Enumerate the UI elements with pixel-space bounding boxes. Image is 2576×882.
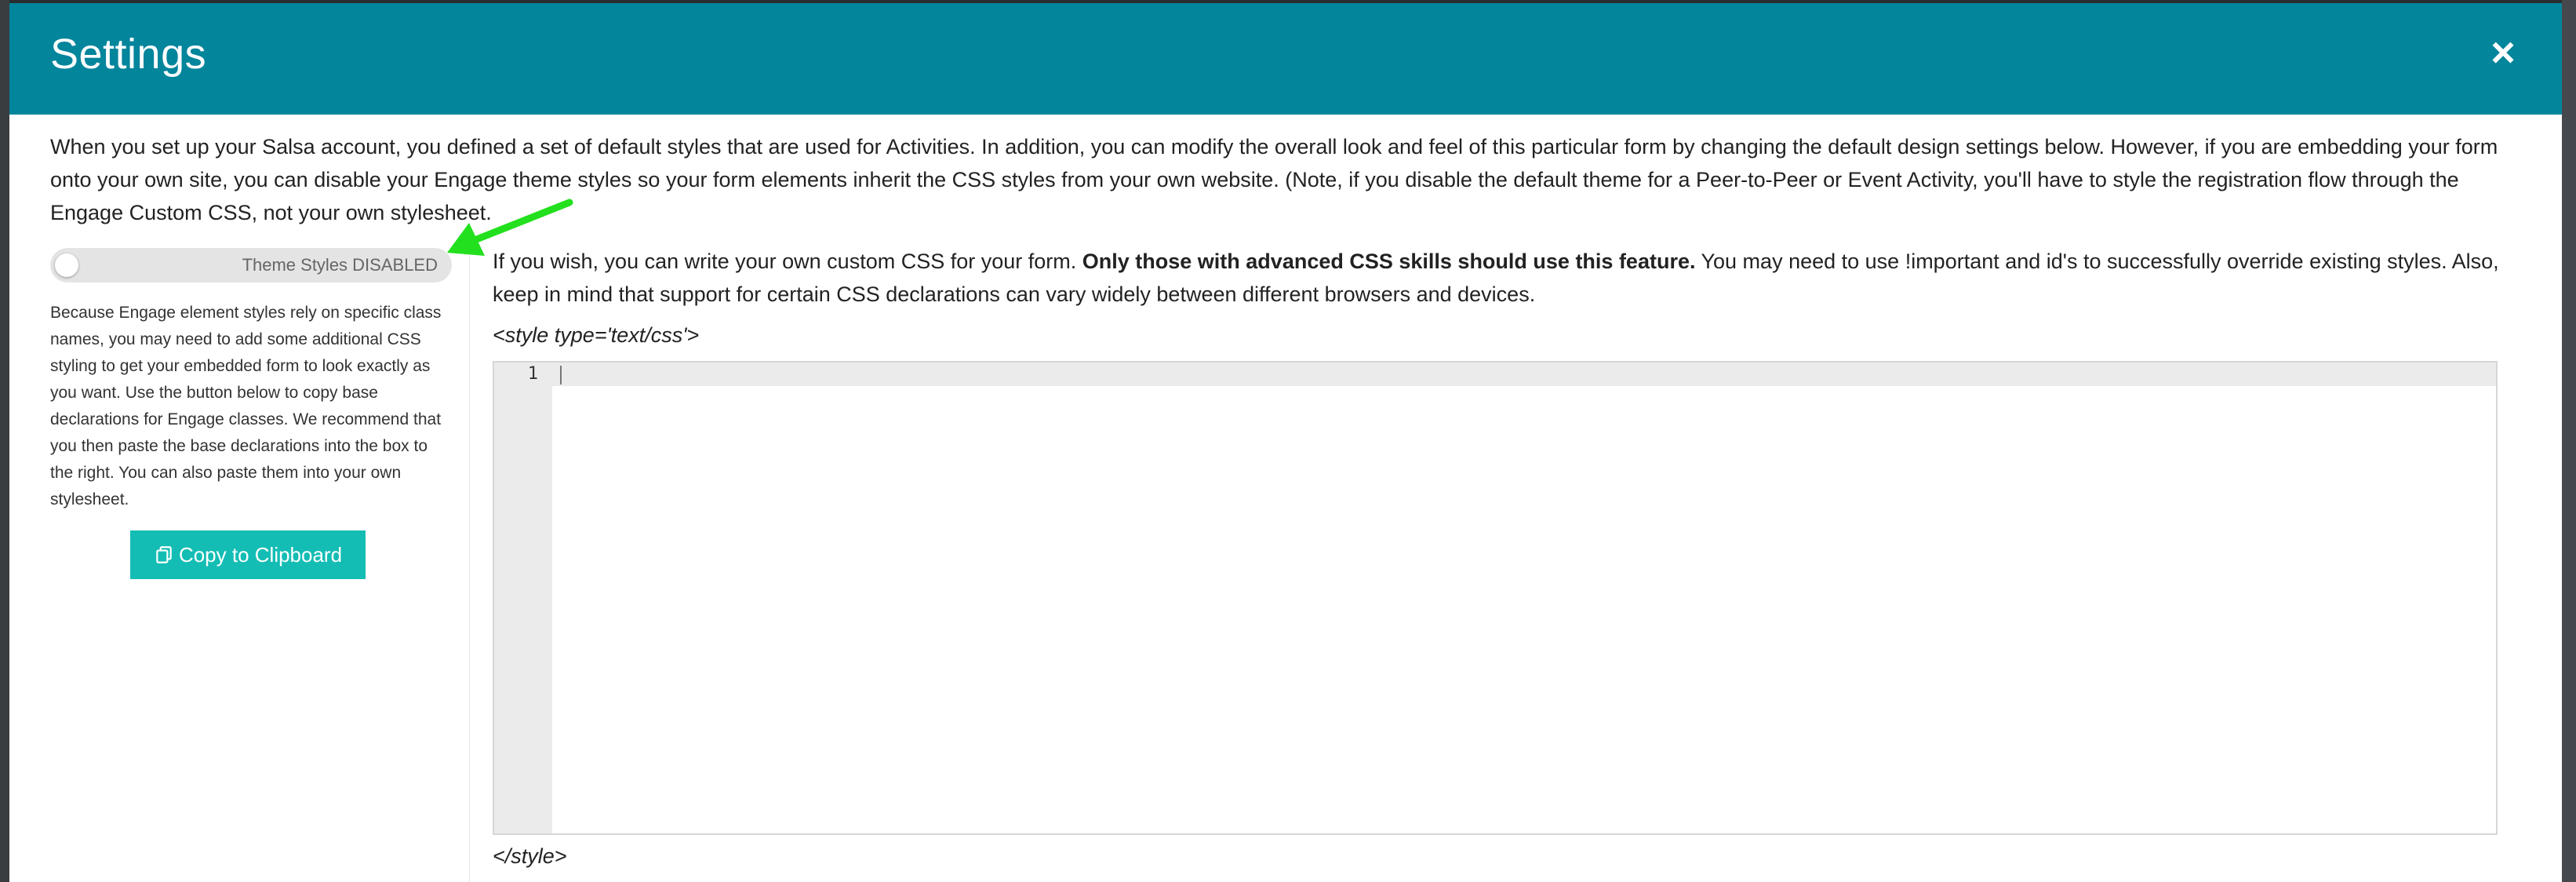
toggle-knob[interactable] bbox=[55, 253, 78, 277]
column-divider bbox=[469, 239, 470, 882]
editor-cursor bbox=[560, 366, 562, 385]
modal-title: Settings bbox=[50, 31, 207, 78]
settings-modal: Settings × When you set up your Salsa ac… bbox=[9, 3, 2562, 882]
annotation-arrow-icon bbox=[447, 199, 573, 256]
custom-css-warning: Only those with advanced CSS skills shou… bbox=[1082, 250, 1696, 273]
background-page-left bbox=[0, 0, 9, 882]
custom-css-description: If you wish, you can write your own cust… bbox=[493, 245, 2501, 311]
theme-styles-toggle[interactable]: Theme Styles DISABLED bbox=[50, 248, 452, 282]
copy-icon bbox=[156, 546, 172, 563]
intro-text: When you set up your Salsa account, you … bbox=[50, 135, 2498, 224]
line-number: 1 bbox=[527, 364, 538, 384]
css-code-editor[interactable]: 1 bbox=[493, 361, 2498, 835]
style-close-tag: </style> bbox=[493, 844, 567, 868]
toggle-label: Theme Styles DISABLED bbox=[242, 255, 438, 275]
embed-styles-description: Because Engage element styles rely on sp… bbox=[50, 304, 442, 508]
copy-to-clipboard-button[interactable]: Copy to Clipboard bbox=[130, 530, 366, 579]
copy-button-label: Copy to Clipboard bbox=[178, 542, 343, 567]
custom-css-desc-prefix: If you wish, you can write your own cust… bbox=[493, 250, 1082, 273]
close-button[interactable]: × bbox=[2483, 31, 2523, 74]
modal-header: Settings × bbox=[9, 3, 2562, 115]
background-page-right bbox=[2562, 0, 2576, 882]
style-open-tag: <style type='text/css'> bbox=[493, 323, 700, 347]
close-icon: × bbox=[2490, 29, 2516, 76]
editor-active-line[interactable] bbox=[552, 363, 2496, 386]
editor-gutter: 1 bbox=[494, 363, 552, 833]
